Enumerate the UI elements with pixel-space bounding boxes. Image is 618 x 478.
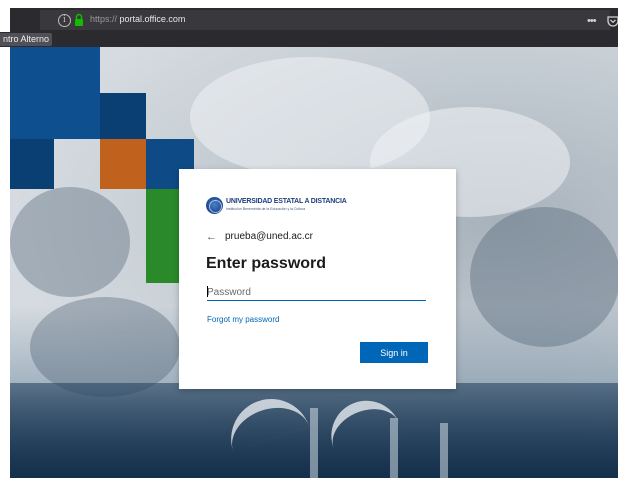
identity-email: prueba@uned.ac.cr — [225, 231, 313, 242]
more-actions-icon[interactable]: ••• — [587, 12, 603, 30]
logo-name: UNIVERSIDAD ESTATAL A DISTANCIA — [226, 198, 347, 205]
background-tree — [470, 207, 618, 347]
background-pillar — [390, 418, 398, 478]
pocket-icon[interactable] — [605, 12, 618, 30]
address-bar[interactable]: i https:// portal.office.com ••• ☆ — [40, 10, 618, 30]
background-tree — [10, 187, 130, 297]
decor-square — [100, 139, 146, 189]
decor-square — [10, 47, 100, 93]
logo-subtitle: Institución Benemérita de la Educación y… — [226, 207, 306, 211]
university-logo: UNIVERSIDAD ESTATAL A DISTANCIA Instituc… — [206, 197, 376, 217]
page-title: Enter password — [206, 255, 327, 272]
decor-square — [10, 93, 100, 139]
decor-square — [100, 93, 146, 139]
bookmarks-toolbar: ntro Alterno — [0, 32, 618, 47]
password-field[interactable] — [207, 284, 426, 301]
background-tree — [30, 297, 180, 397]
bookmark-item[interactable]: ntro Alterno — [0, 33, 53, 46]
back-arrow-icon[interactable]: ← — [206, 231, 217, 243]
text-caret — [207, 286, 208, 297]
lock-icon[interactable] — [74, 13, 84, 27]
background-pillar — [440, 423, 448, 478]
forgot-password-link[interactable]: Forgot my password — [207, 315, 279, 324]
sign-in-button[interactable]: Sign in — [360, 342, 428, 363]
background-pillar — [310, 408, 318, 478]
url-scheme: https:// — [90, 14, 118, 24]
url-host: portal.office.com — [119, 14, 186, 24]
decor-square — [146, 189, 179, 283]
url-text[interactable]: https:// portal.office.com — [90, 14, 185, 24]
university-seal-icon — [206, 197, 223, 214]
decor-square — [10, 139, 54, 189]
sign-in-card: UNIVERSIDAD ESTATAL A DISTANCIA Instituc… — [179, 169, 456, 389]
info-icon[interactable]: i — [58, 14, 71, 27]
browser-toolbar: i https:// portal.office.com ••• ☆ — [10, 8, 618, 32]
